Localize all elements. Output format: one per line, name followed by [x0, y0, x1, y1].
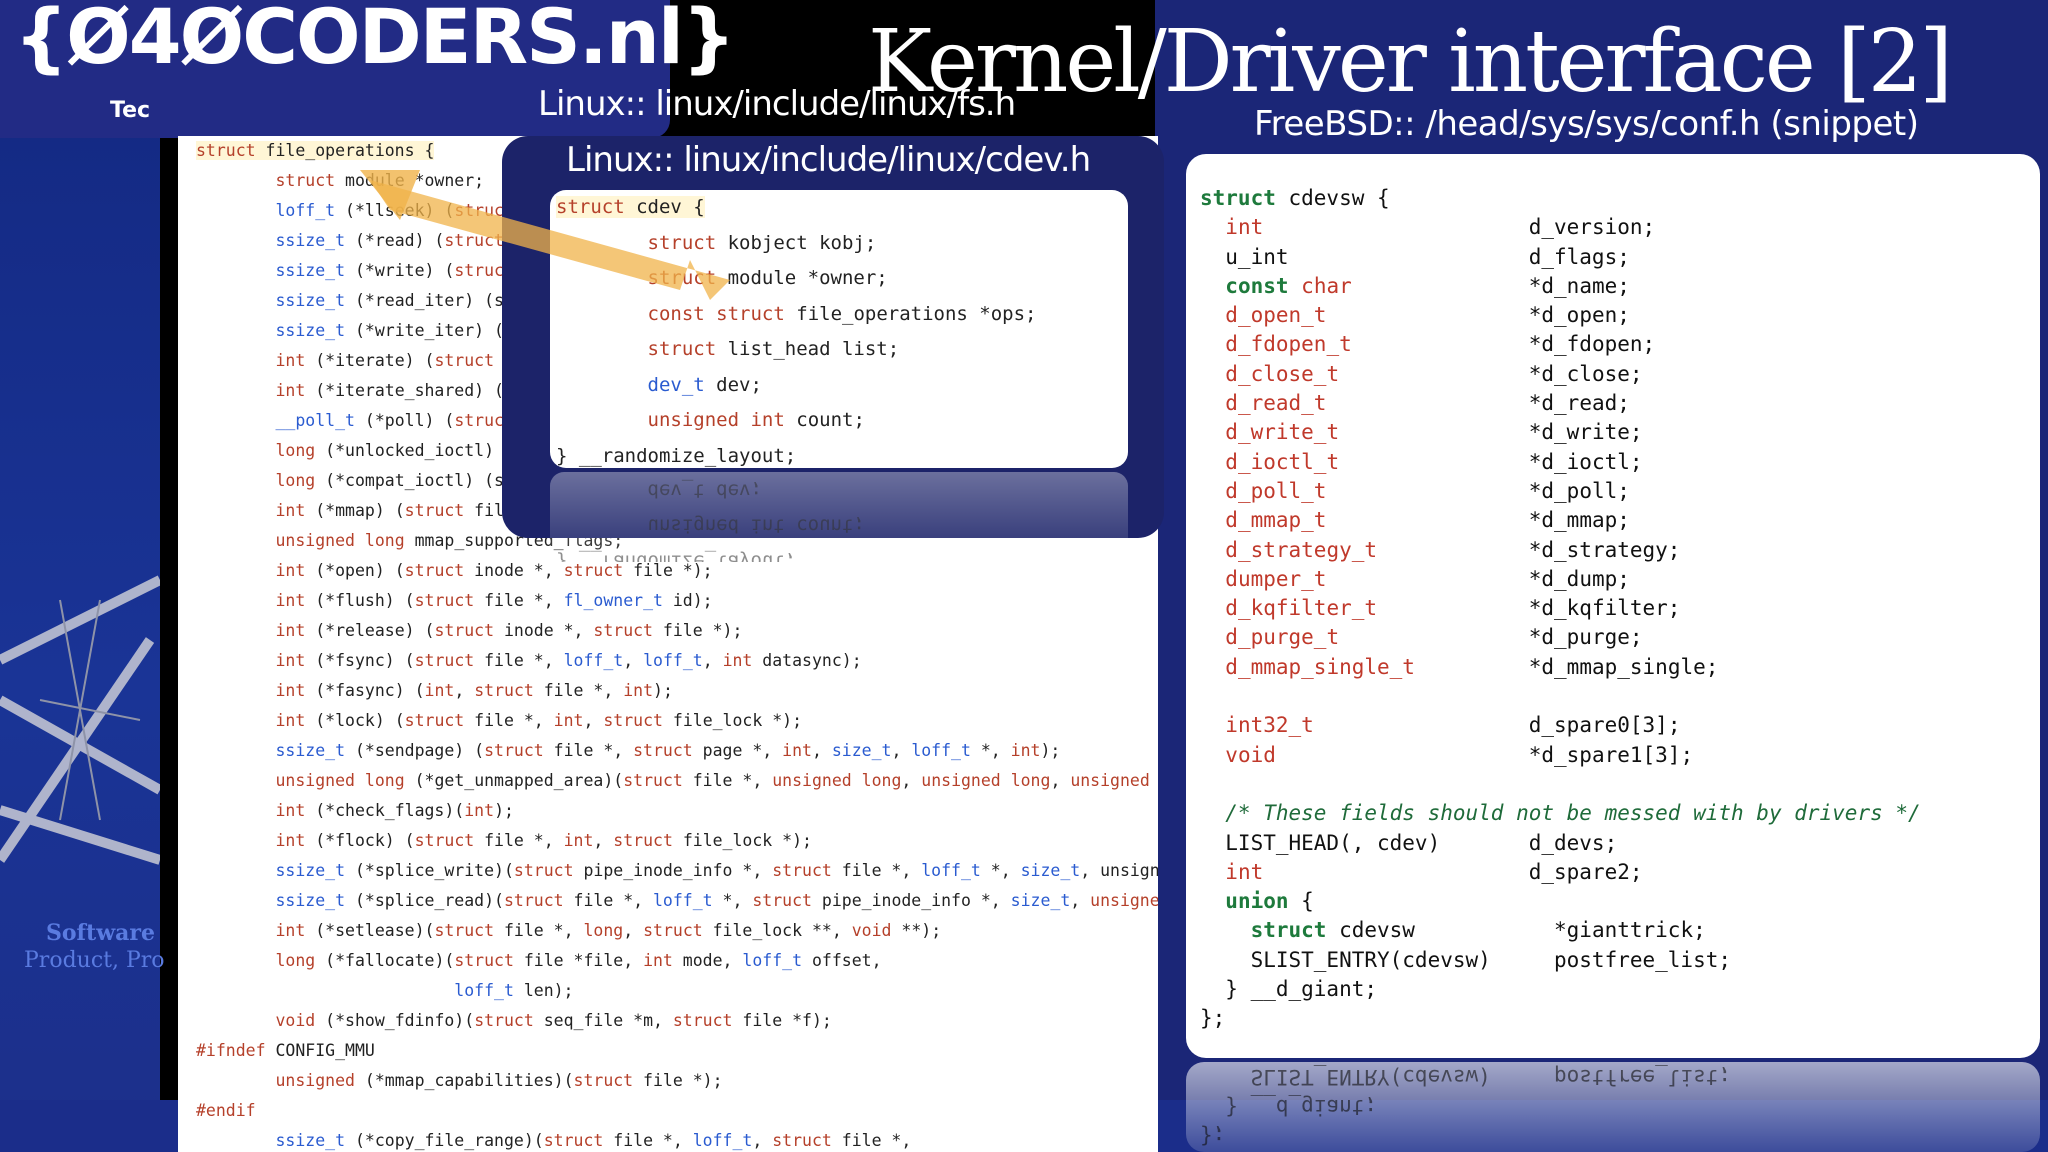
code-line: int (*iterate_shared) (: [275, 381, 504, 400]
code-line: };: [1200, 1006, 1226, 1031]
code-line: int d_version;: [1225, 215, 1656, 240]
code-line: d_write_t *d_write;: [1225, 420, 1643, 445]
code-line: const char *d_name;: [1225, 273, 1630, 298]
code-line: int (*mmap) (struct fil: [275, 501, 504, 520]
code-line: d_kqfilter_t *d_kqfilter;: [1225, 596, 1681, 621]
code-line: d_mmap_single_t *d_mmap_single;: [1225, 654, 1719, 679]
code-line: SLIST_ENTRY(cdevsw) postfree_list;: [1250, 947, 1732, 972]
freebsd-panel-title: FreeBSD:: /head/sys/sys/conf.h (snippet): [1254, 104, 1919, 144]
code-line: ssize_t (*splice_read)(struct file *, lo…: [275, 891, 1158, 910]
code-line: struct list_head list;: [647, 338, 900, 360]
logo-subtitle: Tec: [110, 98, 151, 123]
code-line: d_fdopen_t *d_fdopen;: [1225, 332, 1656, 357]
code-line: int (*lock) (struct file *, int, struct …: [275, 711, 803, 730]
code-line: void *d_spare1[3];: [1225, 742, 1694, 767]
side-text-product: Product, Pro: [24, 948, 165, 973]
tower-illustration: [0, 575, 160, 865]
code-line: int (*release) (struct inode *, struct f…: [275, 621, 743, 640]
code-line: long (*unlocked_ioctl): [275, 441, 495, 460]
code-line: int (*fsync) (struct file *, loff_t, lof…: [275, 651, 862, 670]
code-line: ssize_t (*copy_file_range)(struct file *…: [275, 1131, 912, 1150]
code-line: int32_t d_spare0[3];: [1225, 713, 1681, 738]
code-line: #ifndef CONFIG_MMU: [196, 1041, 375, 1060]
code-line: d_read_t *d_read;: [1225, 391, 1630, 416]
code-line: d_poll_t *d_poll;: [1225, 478, 1630, 503]
code-line: d_mmap_t *d_mmap;: [1225, 508, 1630, 533]
code-line: ssize_t (*sendpage) (struct file *, stru…: [275, 741, 1061, 760]
code-line: long (*compat_ioctl) (s: [275, 471, 504, 490]
cdev-reflection: } __randomize_layout; unsigned int count…: [550, 472, 1128, 562]
freebsd-reflection: }; } __d_giant; SLIST_ENTRY(cdevsw) post…: [1186, 1062, 2040, 1152]
code-line: __poll_t (*poll) (struct: [275, 411, 514, 430]
code-line: d_close_t *d_close;: [1225, 361, 1643, 386]
code-line: union {: [1225, 889, 1314, 914]
code-line: /* These fields should not be messed wit…: [1200, 801, 1921, 826]
code-line: } __randomize_layout;: [556, 444, 797, 467]
code-line: d_strategy_t *d_strategy;: [1225, 537, 1681, 562]
freebsd-code-panel: struct cdevsw { int d_version; u_int d_f…: [1186, 154, 2040, 1058]
code-line: void (*show_fdinfo)(struct seq_file *m, …: [275, 1011, 832, 1030]
code-line: struct cdevsw *gianttrick;: [1250, 918, 1706, 943]
code-line: struct cdevsw {: [1200, 186, 1390, 210]
code-line: loff_t len);: [454, 981, 574, 1000]
code-line: dev_t dev;: [647, 373, 762, 396]
code-line: d_ioctl_t *d_ioctl;: [1225, 449, 1643, 474]
code-line: } __d_giant;: [1225, 977, 1378, 1002]
code-line: unsigned int count;: [647, 409, 865, 431]
logo: {Ø4ØCODERS.nl}: [14, 0, 736, 81]
slide-title: Kernel/Driver interface [2]: [868, 12, 1953, 112]
code-line: #endif: [196, 1101, 256, 1120]
code-line: dumper_t *d_dump;: [1225, 566, 1630, 591]
code-line: unsigned long (*get_unmapped_area)(struc…: [275, 771, 1150, 790]
code-line: int (*flush) (struct file *, fl_owner_t …: [275, 591, 713, 610]
code-line: d_open_t *d_open;: [1225, 303, 1630, 328]
code-line: int (*fasync) (int, struct file *, int);: [275, 681, 673, 700]
code-line: unsigned (*mmap_capabilities)(struct fil…: [275, 1071, 723, 1090]
code-line: int d_spare2;: [1225, 859, 1643, 884]
code-line: d_purge_t *d_purge;: [1225, 625, 1643, 650]
code-line: int (*setlease)(struct file *, long, str…: [275, 921, 942, 940]
side-text-software: Software: [46, 920, 155, 946]
code-line: int (*open) (struct inode *, struct file…: [275, 561, 713, 580]
arrow-annotation: [360, 170, 730, 300]
code-line: LIST_HEAD(, cdev) d_devs;: [1225, 830, 1618, 855]
code-line: int (*iterate) (struct: [275, 351, 495, 370]
code-line: long (*fallocate)(struct file *file, int…: [275, 951, 882, 970]
code-line: u_int d_flags;: [1225, 244, 1630, 269]
code-line: int (*check_flags)(int);: [275, 801, 514, 820]
freebsd-code-listing: struct cdevsw { int d_version; u_int d_f…: [1200, 184, 1921, 1034]
code-line: ssize_t (*splice_write)(struct pipe_inod…: [275, 861, 1158, 880]
code-line: int (*flock) (struct file *, int, struct…: [275, 831, 812, 850]
